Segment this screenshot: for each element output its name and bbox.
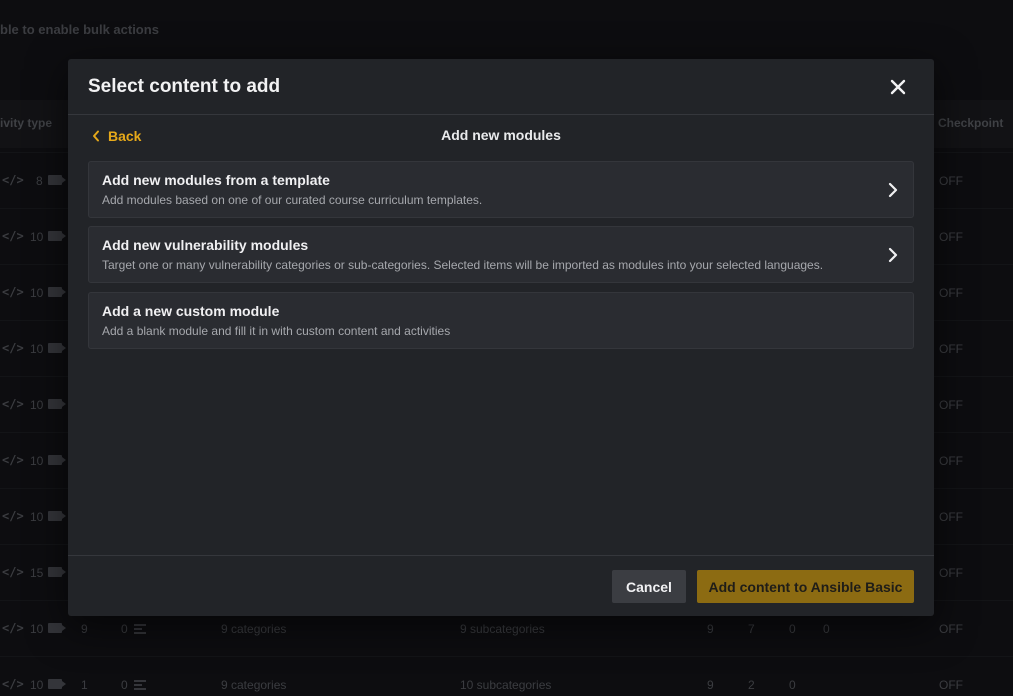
option-description: Add a blank module and fill it in with c… — [102, 324, 451, 338]
option-title: Add a new custom module — [102, 303, 280, 319]
option-template-modules[interactable]: Add new modules from a template Add modu… — [88, 161, 914, 218]
option-vulnerability-modules[interactable]: Add new vulnerability modules Target one… — [88, 226, 914, 283]
modal-subnav: Back Add new modules — [68, 116, 934, 156]
add-content-button[interactable]: Add content to Ansible Basic — [697, 570, 914, 603]
option-description: Add modules based on one of our curated … — [102, 193, 483, 207]
option-title: Add new vulnerability modules — [102, 237, 309, 253]
close-icon — [890, 79, 906, 95]
chevron-right-icon — [888, 247, 898, 263]
option-custom-module[interactable]: Add a new custom module Add a blank modu… — [88, 292, 914, 349]
option-description: Target one or many vulnerability categor… — [102, 258, 824, 272]
modal-title: Select content to add — [88, 76, 281, 97]
modal-header: Select content to add — [68, 59, 934, 115]
option-title: Add new modules from a template — [102, 172, 330, 188]
select-content-modal: Select content to add Back Add new modul… — [68, 59, 934, 616]
close-button[interactable] — [884, 73, 912, 101]
chevron-right-icon — [888, 182, 898, 198]
subnav-title: Add new modules — [441, 127, 561, 143]
cancel-button[interactable]: Cancel — [612, 570, 686, 603]
modal-footer: Cancel Add content to Ansible Basic — [68, 555, 934, 616]
